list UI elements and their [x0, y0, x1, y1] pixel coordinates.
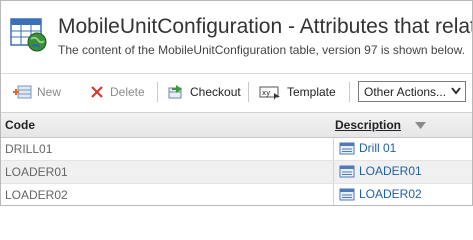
cell-code: LOADER01 [5, 165, 68, 179]
template-button[interactable]: xy Template [258, 82, 336, 102]
toolbar: New Delete Checkout xy Template Other Ac… [1, 73, 472, 110]
description-text: LOADER02 [359, 187, 422, 201]
column-header-description[interactable]: Description [335, 118, 401, 132]
record-folder-icon [339, 142, 355, 155]
description-text: LOADER01 [359, 164, 422, 178]
chevron-down-icon [451, 87, 461, 95]
table-row: DRILL01 Drill 01 [1, 138, 472, 161]
page-header: MobileUnitConfiguration - Attributes tha… [1, 1, 472, 69]
column-divider [333, 184, 334, 205]
new-button-label: New [37, 85, 62, 99]
other-actions-label: Other Actions... [364, 84, 447, 99]
delete-button-label: Delete [110, 85, 145, 99]
table-row: LOADER01 LOADER01 [1, 161, 472, 184]
template-button-label: Template [287, 85, 336, 99]
description-link[interactable]: Drill 01 [339, 141, 396, 155]
data-table: Code Description DRILL01 Drill 01 LOADER… [1, 112, 472, 205]
page-title: MobileUnitConfiguration - Attributes tha… [58, 15, 473, 38]
checkout-icon [168, 85, 182, 99]
page-subtitle: The content of the MobileUnitConfigurati… [58, 43, 465, 57]
svg-text:xy: xy [262, 89, 270, 97]
table-header: Code Description [1, 112, 472, 138]
toolbar-separator [248, 82, 249, 102]
record-folder-icon [339, 165, 355, 178]
column-divider [333, 161, 334, 183]
new-button[interactable]: New [12, 82, 61, 102]
checkout-button[interactable]: Checkout [167, 82, 241, 102]
template-icon: xy [259, 86, 280, 100]
window: MobileUnitConfiguration - Attributes tha… [0, 0, 473, 206]
toolbar-separator [349, 82, 350, 102]
record-folder-icon [339, 188, 355, 201]
cell-code: LOADER02 [5, 188, 68, 202]
table-globe-icon [10, 18, 47, 52]
table-row: LOADER02 LOADER02 [1, 184, 472, 205]
other-actions-select[interactable]: Other Actions... [358, 81, 466, 102]
new-row-icon [13, 85, 32, 99]
checkout-button-label: Checkout [190, 85, 241, 99]
description-text: Drill 01 [359, 141, 397, 155]
sort-descending-icon[interactable] [415, 122, 426, 129]
column-divider [333, 138, 334, 160]
column-header-code[interactable]: Code [5, 118, 35, 132]
cell-code: DRILL01 [5, 142, 53, 156]
description-link[interactable]: LOADER02 [339, 187, 422, 201]
toolbar-separator [157, 82, 158, 102]
delete-x-icon [91, 86, 103, 98]
description-link[interactable]: LOADER01 [339, 164, 422, 178]
delete-button[interactable]: Delete [89, 82, 145, 102]
